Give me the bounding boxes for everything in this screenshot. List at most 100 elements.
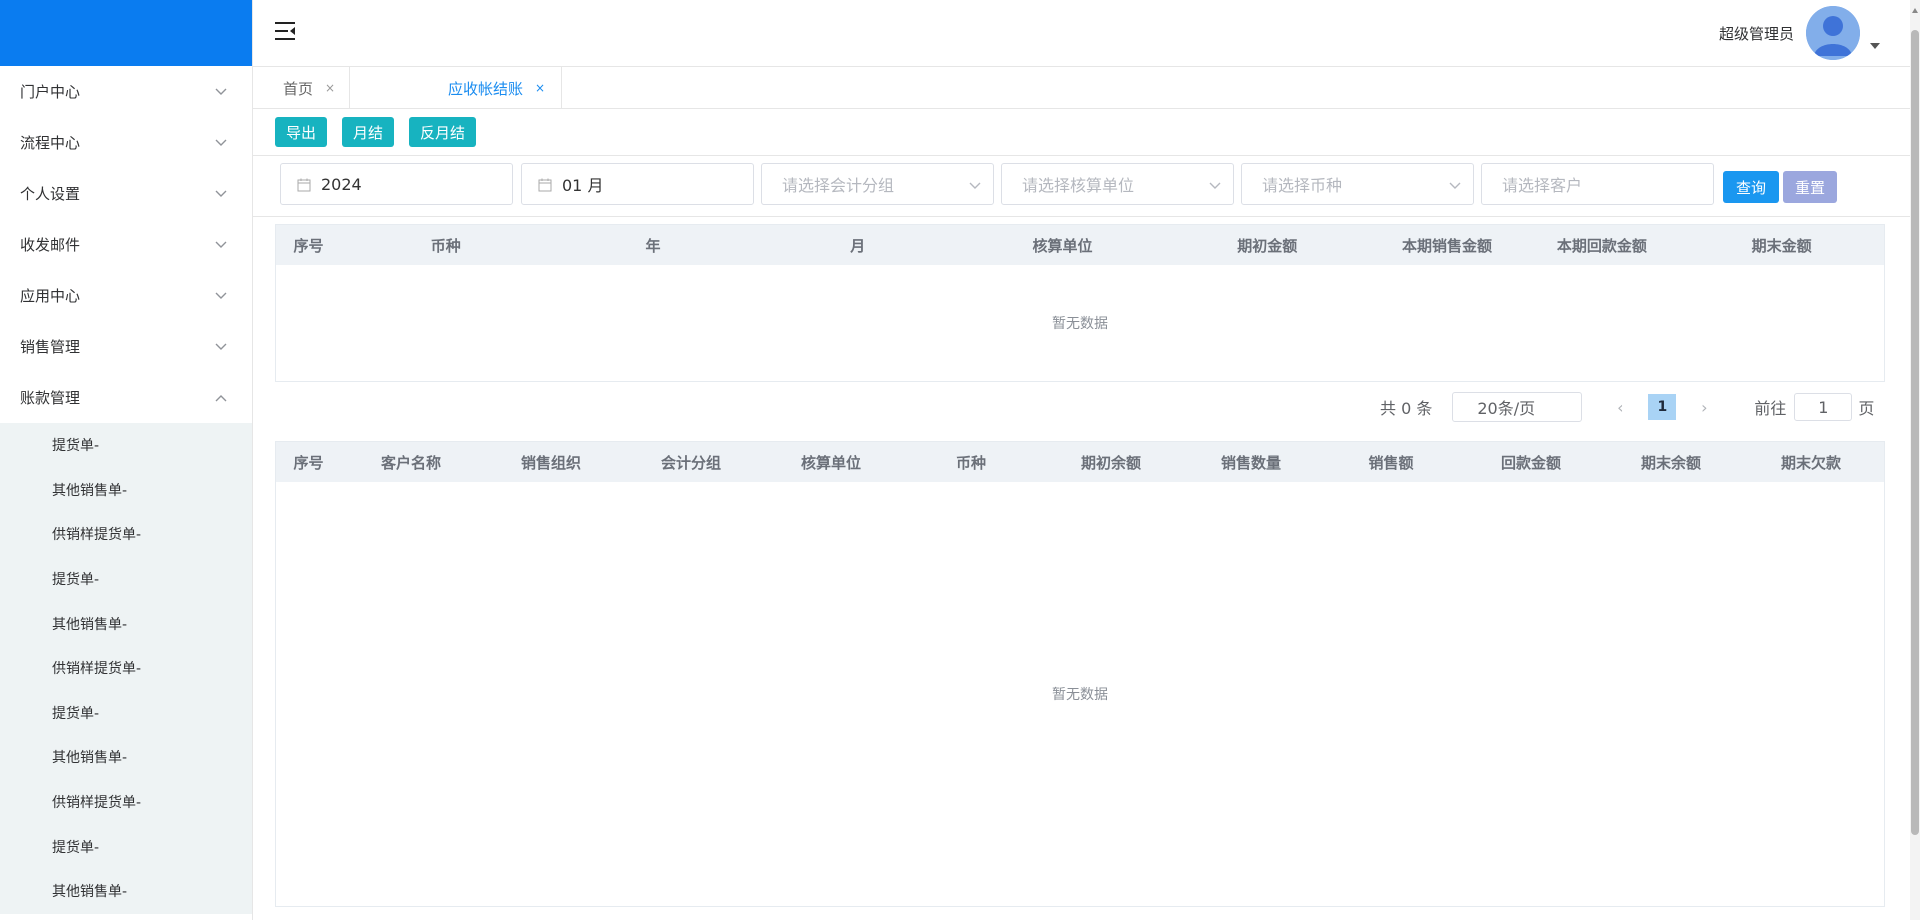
query-button[interactable]: 查询 (1723, 171, 1780, 203)
column-header: 年 (645, 236, 661, 255)
table-header: 序号 币种 年 月 核算单位 期初金额 本期销售金额 本期回款金额 期末金额 (276, 225, 1884, 265)
column-header: 会计分组 (660, 453, 721, 472)
menu-label: 个人设置 (20, 185, 81, 203)
menu-label: 账款管理 (20, 389, 81, 407)
menu-personal-settings[interactable]: 个人设置 (0, 168, 252, 219)
menu-label: 流程中心 (20, 134, 81, 152)
prev-page-icon[interactable]: ‹ (1612, 398, 1628, 417)
month-value: 01 月 (562, 176, 604, 195)
chevron-down-icon (1209, 175, 1221, 194)
page-word: 页 (1858, 399, 1875, 418)
menu-mail[interactable]: 收发邮件 (0, 219, 252, 270)
column-header: 核算单位 (1032, 236, 1093, 255)
tab-label: 首页 (283, 79, 314, 98)
menu-label: 收发邮件 (20, 236, 81, 254)
empty-state: 暂无数据 (1052, 316, 1108, 332)
column-header: 币种 (955, 453, 986, 472)
month-picker[interactable]: 01 月 (521, 163, 754, 205)
menu-portal-center[interactable]: 门户中心 (0, 66, 252, 117)
user-avatar-icon[interactable] (1806, 6, 1860, 60)
column-header: 销售额 (1368, 453, 1414, 472)
month-close-button[interactable]: 月结 (342, 117, 395, 147)
menu-process-center[interactable]: 流程中心 (0, 117, 252, 168)
submenu-item[interactable]: 提货单- (0, 824, 252, 869)
column-header: 序号 (293, 453, 324, 472)
column-header: 本期回款金额 (1556, 236, 1647, 255)
logo-area (0, 0, 252, 66)
reset-button[interactable]: 重置 (1783, 171, 1838, 203)
column-header: 序号 (293, 236, 324, 255)
submenu-item[interactable]: 其他销售单- (0, 735, 252, 780)
column-header: 回款金额 (1500, 453, 1561, 472)
menu-accounts-management[interactable]: 账款管理 (0, 372, 252, 423)
submenu-item[interactable]: 供销样提货单- (0, 646, 252, 691)
tab-label: 应收帐结账 (448, 79, 524, 98)
sidebar: 门户中心 流程中心 个人设置 收发邮件 应用中心 销售管理 账款管理 提货单- … (0, 0, 253, 920)
column-header: 币种 (430, 236, 461, 255)
column-header: 期末余额 (1640, 453, 1701, 472)
accounting-group-select[interactable]: 请选择会计分组 (761, 163, 994, 205)
submenu-accounts: 提货单- 其他销售单- 供销样提货单- 提货单- 其他销售单- 供销样提货单- … (0, 423, 252, 914)
accounting-unit-placeholder: 请选择核算单位 (1022, 176, 1135, 195)
menu-fold-icon[interactable] (275, 20, 299, 42)
current-page[interactable]: 1 (1648, 394, 1677, 420)
menu-label: 门户中心 (20, 83, 81, 101)
column-header: 本期销售金额 (1402, 236, 1493, 255)
column-header: 销售数量 (1220, 453, 1281, 472)
page-scrollbar[interactable] (1910, 0, 1920, 920)
chevron-down-icon (214, 340, 228, 354)
export-button[interactable]: 导出 (275, 117, 328, 147)
chevron-down-icon (214, 136, 228, 150)
top-header: 超级管理员 (253, 0, 1920, 67)
empty-state: 暂无数据 (1052, 687, 1108, 703)
submenu-item[interactable]: 其他销售单- (0, 468, 252, 513)
column-header: 期末金额 (1751, 236, 1812, 255)
submenu-item[interactable]: 提货单- (0, 557, 252, 602)
tab-bar: 首页 × 应收帐结账 × (253, 67, 1920, 109)
submenu-item[interactable]: 供销样提货单- (0, 512, 252, 557)
close-icon[interactable]: × (325, 81, 335, 95)
accounting-group-placeholder: 请选择会计分组 (782, 176, 895, 195)
calendar-icon (538, 177, 552, 192)
menu-sales-management[interactable]: 销售管理 (0, 321, 252, 372)
caret-down-icon[interactable] (1870, 43, 1880, 49)
summary-table: 序号 币种 年 月 核算单位 期初金额 本期销售金额 本期回款金额 期末金额 暂… (275, 224, 1885, 382)
total-count: 共 0 条 (1380, 399, 1433, 418)
chevron-down-icon (1449, 175, 1461, 194)
year-picker[interactable]: 2024 (280, 163, 513, 205)
goto-page-input[interactable]: 1 (1794, 393, 1853, 421)
submenu-item[interactable]: 其他销售单- (0, 869, 252, 914)
chevron-down-icon (214, 238, 228, 252)
chevron-down-icon (214, 289, 228, 303)
menu-app-center[interactable]: 应用中心 (0, 270, 252, 321)
submenu-item[interactable]: 其他销售单- (0, 601, 252, 646)
chevron-down-icon (214, 187, 228, 201)
submenu-item[interactable]: 提货单- (0, 423, 252, 468)
action-toolbar: 导出 月结 反月结 (275, 117, 477, 147)
year-value: 2024 (321, 174, 362, 194)
tab-receivable-closing[interactable]: 应收帐结账 × (350, 67, 562, 109)
filter-bar: 2024 01 月 请选择会计分组 请选择核算单位 请选择币种 请选择客户 查询… (253, 155, 1920, 217)
scroll-up-icon[interactable] (1912, 8, 1918, 13)
accounting-unit-select[interactable]: 请选择核算单位 (1001, 163, 1234, 205)
submenu-item[interactable]: 提货单- (0, 691, 252, 736)
column-header: 期末欠款 (1780, 453, 1841, 472)
detail-table: 序号 客户名称 销售组织 会计分组 核算单位 币种 期初余额 销售数量 销售额 … (275, 441, 1885, 907)
customer-input[interactable]: 请选择客户 (1481, 163, 1714, 205)
user-menu[interactable]: 超级管理员 (1719, 6, 1880, 60)
close-icon[interactable]: × (535, 81, 545, 95)
next-page-icon[interactable]: › (1696, 398, 1712, 417)
column-header: 核算单位 (800, 453, 861, 472)
calendar-icon (297, 177, 311, 192)
column-header: 月 (850, 236, 866, 255)
page-size-select[interactable]: 20条/页 (1452, 392, 1583, 422)
chevron-up-icon (214, 391, 228, 405)
column-header: 客户名称 (380, 453, 441, 472)
reverse-month-close-button[interactable]: 反月结 (409, 117, 477, 147)
currency-select[interactable]: 请选择币种 (1241, 163, 1474, 205)
chevron-down-icon (969, 175, 981, 194)
scroll-thumb[interactable] (1911, 30, 1919, 835)
customer-placeholder: 请选择客户 (1502, 176, 1583, 195)
tab-home[interactable]: 首页 × (253, 67, 350, 109)
submenu-item[interactable]: 供销样提货单- (0, 780, 252, 825)
